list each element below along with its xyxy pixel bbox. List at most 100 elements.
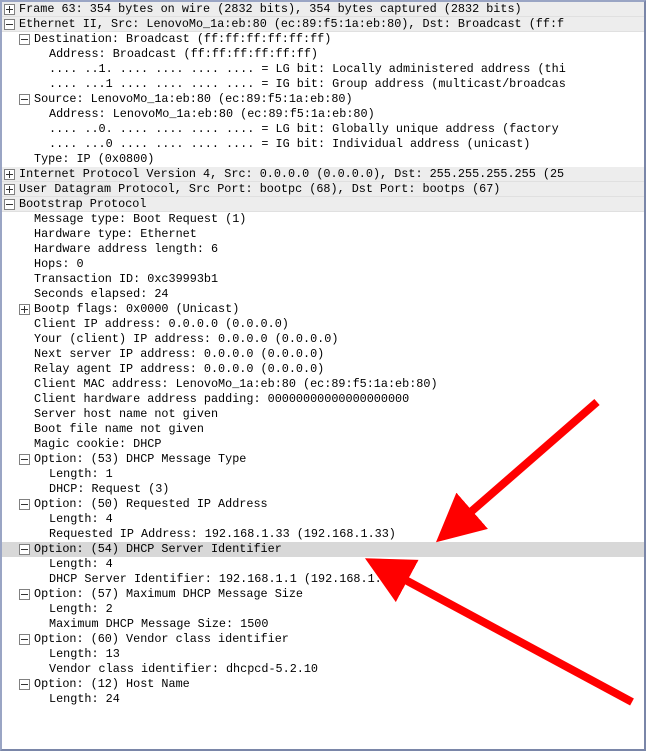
tree-row[interactable]: Option: (53) DHCP Message Type (2, 452, 644, 467)
tree-row[interactable]: DHCP: Request (3) (2, 482, 644, 497)
tree-row-label: Client hardware address padding: 0000000… (34, 392, 409, 407)
tree-row[interactable]: .... ...0 .... .... .... .... = IG bit: … (2, 137, 644, 152)
tree-row[interactable]: Type: IP (0x0800) (2, 152, 644, 167)
tree-row[interactable]: Client hardware address padding: 0000000… (2, 392, 644, 407)
tree-row[interactable]: Option: (57) Maximum DHCP Message Size (2, 587, 644, 602)
tree-row[interactable]: Relay agent IP address: 0.0.0.0 (0.0.0.0… (2, 362, 644, 377)
expand-icon[interactable] (4, 184, 15, 195)
tree-row-label: Length: 1 (49, 467, 113, 482)
tree-row[interactable]: Client MAC address: LenovoMo_1a:eb:80 (e… (2, 377, 644, 392)
collapse-icon[interactable] (19, 34, 30, 45)
collapse-icon[interactable] (19, 634, 30, 645)
collapse-icon[interactable] (19, 589, 30, 600)
tree-row-label: Option: (54) DHCP Server Identifier (34, 542, 282, 557)
tree-row[interactable]: Address: Broadcast (ff:ff:ff:ff:ff:ff) (2, 47, 644, 62)
tree-row-label: User Datagram Protocol, Src Port: bootpc… (19, 182, 500, 197)
expand-icon[interactable] (19, 304, 30, 315)
tree-row[interactable]: DHCP Server Identifier: 192.168.1.1 (192… (2, 572, 644, 587)
tree-row-label: Relay agent IP address: 0.0.0.0 (0.0.0.0… (34, 362, 324, 377)
tree-row-label: Length: 13 (49, 647, 120, 662)
tree-row[interactable]: Option: (54) DHCP Server Identifier (2, 542, 644, 557)
tree-row-label: Client MAC address: LenovoMo_1a:eb:80 (e… (34, 377, 438, 392)
tree-row[interactable]: Option: (50) Requested IP Address (2, 497, 644, 512)
tree-row[interactable]: Source: LenovoMo_1a:eb:80 (ec:89:f5:1a:e… (2, 92, 644, 107)
tree-row-label: .... ..1. .... .... .... .... = LG bit: … (49, 62, 566, 77)
tree-row-label: .... ...0 .... .... .... .... = IG bit: … (49, 137, 530, 152)
tree-row[interactable]: Length: 4 (2, 512, 644, 527)
tree-row[interactable]: Requested IP Address: 192.168.1.33 (192.… (2, 527, 644, 542)
tree-row[interactable]: Length: 4 (2, 557, 644, 572)
tree-row-label: Boot file name not given (34, 422, 204, 437)
tree-row[interactable]: Hardware address length: 6 (2, 242, 644, 257)
collapse-icon[interactable] (19, 499, 30, 510)
tree-row[interactable]: Client IP address: 0.0.0.0 (0.0.0.0) (2, 317, 644, 332)
tree-row-label: Bootp flags: 0x0000 (Unicast) (34, 302, 239, 317)
tree-row[interactable]: Magic cookie: DHCP (2, 437, 644, 452)
tree-row[interactable]: Option: (60) Vendor class identifier (2, 632, 644, 647)
tree-row[interactable]: Length: 13 (2, 647, 644, 662)
expand-icon[interactable] (4, 169, 15, 180)
tree-row[interactable]: Transaction ID: 0xc39993b1 (2, 272, 644, 287)
tree-row-label: Option: (50) Requested IP Address (34, 497, 268, 512)
collapse-icon[interactable] (19, 94, 30, 105)
tree-row[interactable]: Boot file name not given (2, 422, 644, 437)
tree-row[interactable]: Internet Protocol Version 4, Src: 0.0.0.… (2, 167, 644, 182)
tree-row-label: Client IP address: 0.0.0.0 (0.0.0.0) (34, 317, 289, 332)
tree-row[interactable]: Length: 24 (2, 692, 644, 707)
expand-icon[interactable] (4, 4, 15, 15)
tree-row[interactable]: Message type: Boot Request (1) (2, 212, 644, 227)
tree-row[interactable]: Option: (12) Host Name (2, 677, 644, 692)
tree-row-label: .... ..0. .... .... .... .... = LG bit: … (49, 122, 566, 137)
collapse-icon[interactable] (19, 544, 30, 555)
tree-row[interactable]: Hops: 0 (2, 257, 644, 272)
tree-row[interactable]: Ethernet II, Src: LenovoMo_1a:eb:80 (ec:… (2, 17, 644, 32)
tree-row-label: Internet Protocol Version 4, Src: 0.0.0.… (19, 167, 564, 182)
tree-row-label: Address: LenovoMo_1a:eb:80 (ec:89:f5:1a:… (49, 107, 375, 122)
tree-row[interactable]: Vendor class identifier: dhcpcd-5.2.10 (2, 662, 644, 677)
tree-row[interactable]: Frame 63: 354 bytes on wire (2832 bits),… (2, 2, 644, 17)
tree-row[interactable]: Maximum DHCP Message Size: 1500 (2, 617, 644, 632)
tree-row[interactable]: Hardware type: Ethernet (2, 227, 644, 242)
tree-row-label: Message type: Boot Request (1) (34, 212, 246, 227)
tree-row-label: Hardware type: Ethernet (34, 227, 197, 242)
tree-row-label: DHCP: Request (3) (49, 482, 169, 497)
packet-details-tree[interactable]: Frame 63: 354 bytes on wire (2832 bits),… (0, 0, 646, 751)
tree-row-label: Length: 4 (49, 557, 113, 572)
tree-row[interactable]: Server host name not given (2, 407, 644, 422)
tree-row-label: Next server IP address: 0.0.0.0 (0.0.0.0… (34, 347, 324, 362)
tree-row-label: Frame 63: 354 bytes on wire (2832 bits),… (19, 2, 522, 17)
tree-row[interactable]: Your (client) IP address: 0.0.0.0 (0.0.0… (2, 332, 644, 347)
tree-row[interactable]: User Datagram Protocol, Src Port: bootpc… (2, 182, 644, 197)
tree-row-label: .... ...1 .... .... .... .... = IG bit: … (49, 77, 566, 92)
tree-row-label: Ethernet II, Src: LenovoMo_1a:eb:80 (ec:… (19, 17, 564, 32)
tree-row-label: Magic cookie: DHCP (34, 437, 161, 452)
collapse-icon[interactable] (4, 19, 15, 30)
tree-row-label: Option: (12) Host Name (34, 677, 190, 692)
tree-row[interactable]: .... ..1. .... .... .... .... = LG bit: … (2, 62, 644, 77)
tree-row[interactable]: Destination: Broadcast (ff:ff:ff:ff:ff:f… (2, 32, 644, 47)
tree-row-label: Type: IP (0x0800) (34, 152, 154, 167)
tree-row[interactable]: Length: 2 (2, 602, 644, 617)
tree-row-label: Option: (53) DHCP Message Type (34, 452, 246, 467)
collapse-icon[interactable] (19, 454, 30, 465)
tree-row-label: Option: (60) Vendor class identifier (34, 632, 289, 647)
tree-row-label: Option: (57) Maximum DHCP Message Size (34, 587, 303, 602)
tree-row-label: Address: Broadcast (ff:ff:ff:ff:ff:ff) (49, 47, 318, 62)
tree-row-label: Hardware address length: 6 (34, 242, 218, 257)
tree-row[interactable]: Seconds elapsed: 24 (2, 287, 644, 302)
collapse-icon[interactable] (4, 199, 15, 210)
tree-row[interactable]: Next server IP address: 0.0.0.0 (0.0.0.0… (2, 347, 644, 362)
tree-row-label: Requested IP Address: 192.168.1.33 (192.… (49, 527, 396, 542)
collapse-icon[interactable] (19, 679, 30, 690)
tree-row[interactable]: Address: LenovoMo_1a:eb:80 (ec:89:f5:1a:… (2, 107, 644, 122)
tree-row-label: Bootstrap Protocol (19, 197, 146, 212)
tree-row-label: Transaction ID: 0xc39993b1 (34, 272, 218, 287)
tree-row[interactable]: Length: 1 (2, 467, 644, 482)
tree-row[interactable]: Bootp flags: 0x0000 (Unicast) (2, 302, 644, 317)
tree-row-label: Source: LenovoMo_1a:eb:80 (ec:89:f5:1a:e… (34, 92, 353, 107)
tree-row[interactable]: Bootstrap Protocol (2, 197, 644, 212)
tree-row-label: Destination: Broadcast (ff:ff:ff:ff:ff:f… (34, 32, 331, 47)
tree-row[interactable]: .... ...1 .... .... .... .... = IG bit: … (2, 77, 644, 92)
tree-row[interactable]: .... ..0. .... .... .... .... = LG bit: … (2, 122, 644, 137)
tree-row-label: DHCP Server Identifier: 192.168.1.1 (192… (49, 572, 396, 587)
